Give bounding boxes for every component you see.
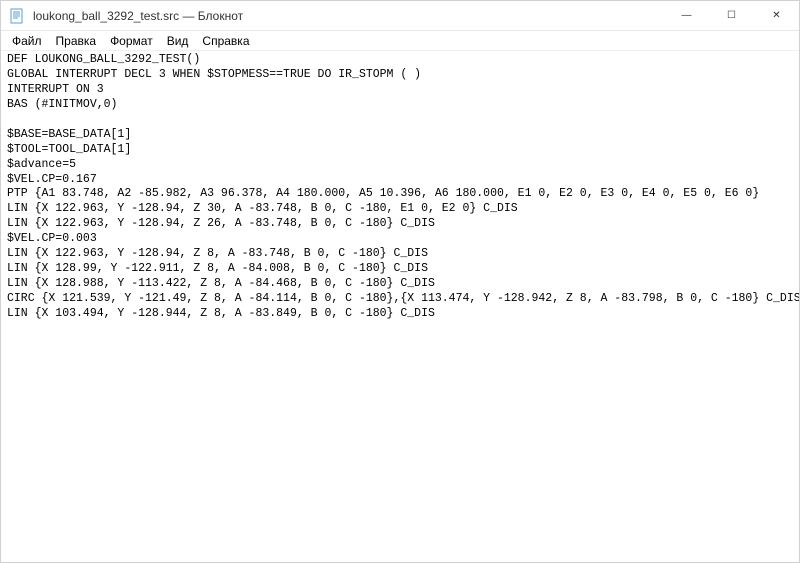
menubar: Файл Правка Формат Вид Справка: [1, 31, 799, 51]
menu-edit[interactable]: Правка: [49, 32, 104, 50]
editor-area[interactable]: DEF LOUKONG_BALL_3292_TEST() GLOBAL INTE…: [1, 51, 799, 562]
window-controls: — ☐ ✕: [664, 1, 799, 30]
minimize-button[interactable]: —: [664, 1, 709, 30]
titlebar: loukong_ball_3292_test.src — Блокнот — ☐…: [1, 1, 799, 31]
maximize-button[interactable]: ☐: [709, 1, 754, 30]
menu-file[interactable]: Файл: [5, 32, 49, 50]
window-title: loukong_ball_3292_test.src — Блокнот: [31, 9, 664, 23]
notepad-icon: [9, 8, 25, 24]
menu-help[interactable]: Справка: [195, 32, 256, 50]
menu-view[interactable]: Вид: [160, 32, 196, 50]
close-button[interactable]: ✕: [754, 1, 799, 30]
document-text[interactable]: DEF LOUKONG_BALL_3292_TEST() GLOBAL INTE…: [1, 51, 799, 324]
menu-format[interactable]: Формат: [103, 32, 160, 50]
